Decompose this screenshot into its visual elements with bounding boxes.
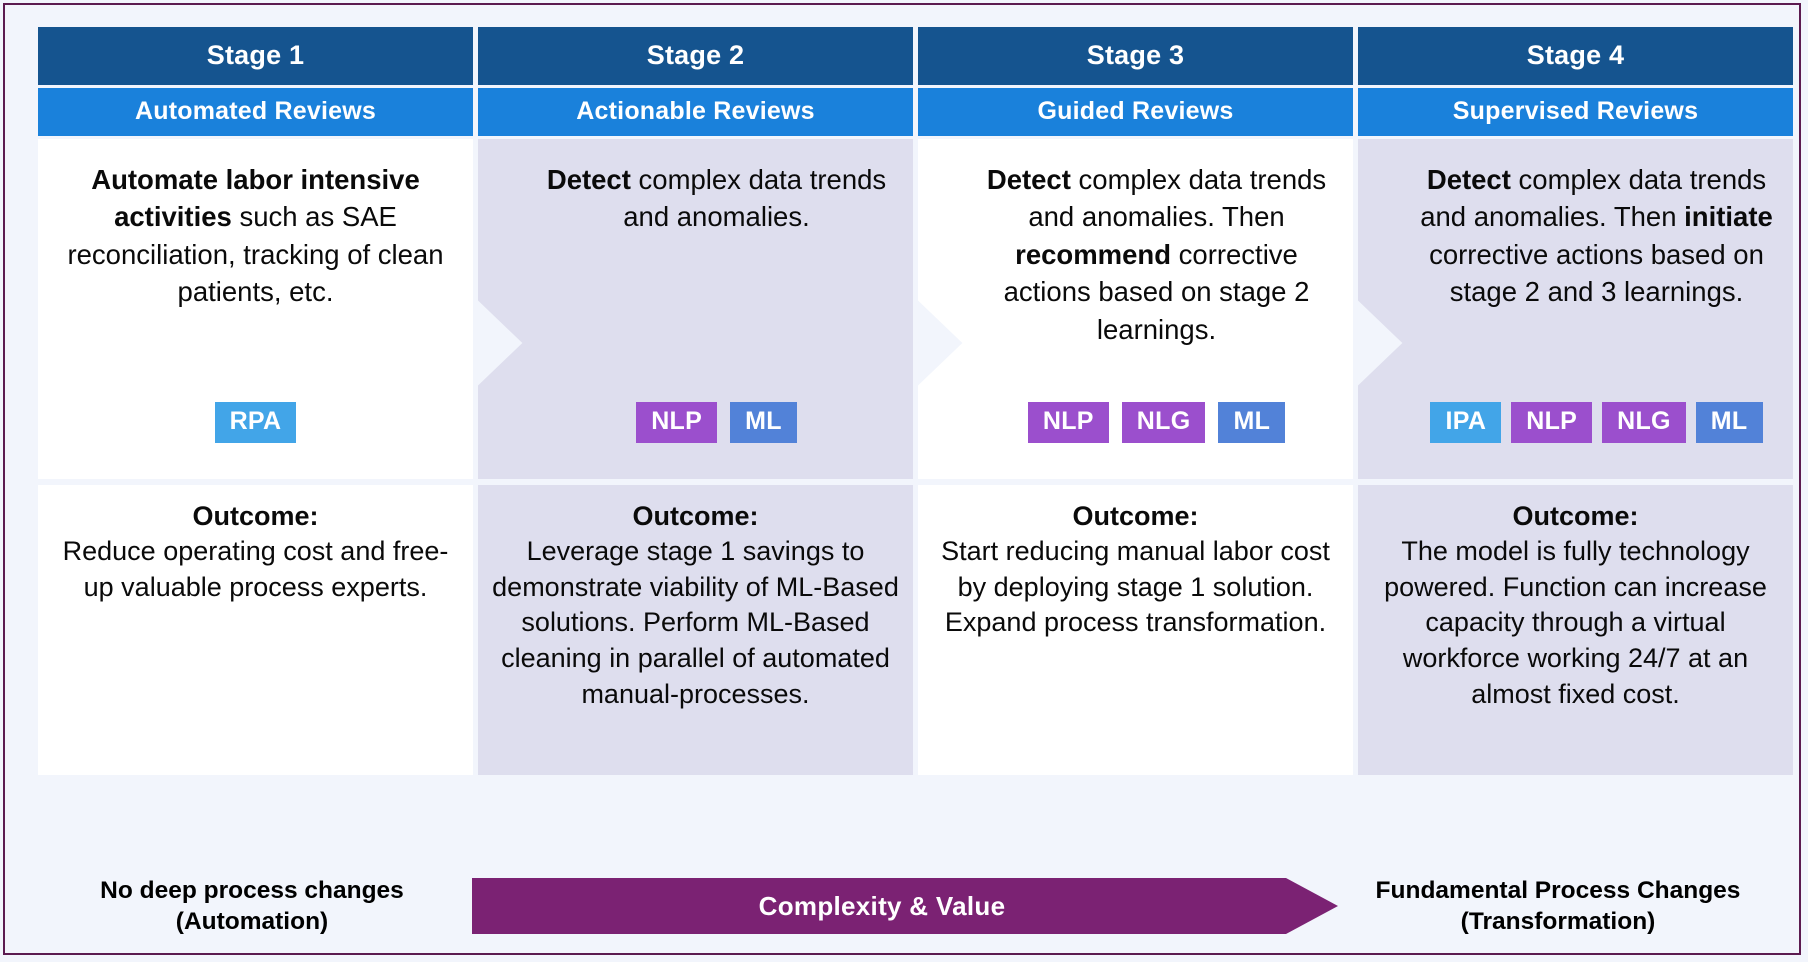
stage-outcome-panel-2: Outcome: Leverage stage 1 savings to dem… [478,485,913,775]
outcome-text-1: Reduce operating cost and free-up valuab… [62,536,449,602]
complexity-value-arrow-wrap: Complexity & Value [472,878,1338,934]
outcome-title-4: Outcome: [1512,501,1639,531]
outcome-text-3: Start reducing manual labor cost by depl… [941,536,1330,638]
stage-subtitle-4: Supervised Reviews [1358,88,1793,136]
tag-ml[interactable]: ML [1218,402,1286,443]
stage-body-text-1: Automate labor intensive activities such… [67,164,444,308]
stage-title-4: Stage 4 [1358,27,1793,85]
stage-tag-row-3: NLP NLG ML [918,402,1353,443]
stage-tag-row-4: IPA NLP NLG ML [1358,402,1793,443]
stage-subtitle-1: Automated Reviews [38,88,473,136]
stage-outcome-panel-3: Outcome: Start reducing manual labor cos… [918,485,1353,775]
stage-body-text-4: Detect complex data trends and anomalies… [1420,164,1773,308]
stage-tag-row-1: RPA [38,402,473,443]
stage-body-panel-2: Detect complex data trends and anomalies… [478,139,913,479]
tag-ml[interactable]: ML [1695,402,1763,443]
outcome-text-2: Leverage stage 1 savings to demonstrate … [492,536,899,709]
footer-left-label: No deep process changes (Automation) [100,876,404,935]
stage-body-text-3: Detect complex data trends and anomalies… [986,164,1327,345]
stage-outcome-panel-1: Outcome: Reduce operating cost and free-… [38,485,473,775]
tag-ml[interactable]: ML [730,402,797,443]
stage-body-panel-1: Automate labor intensive activities such… [38,139,473,479]
tag-rpa[interactable]: RPA [214,402,297,443]
outcome-title-2: Outcome: [632,501,759,531]
tag-nlg[interactable]: NLG [1121,402,1206,443]
stage-body-panel-3: Detect complex data trends and anomalies… [918,139,1353,479]
stage-outcome-panel-4: Outcome: The model is fully technology p… [1358,485,1793,775]
outcome-title-3: Outcome: [1072,501,1199,531]
stage-tag-row-2: NLP ML [478,402,913,443]
stage-title-1: Stage 1 [38,27,473,85]
stage-title-3: Stage 3 [918,27,1353,85]
tag-nlp[interactable]: NLP [1511,402,1593,443]
complexity-value-arrow: Complexity & Value [472,878,1338,934]
diagram-frame: Stage 1 Automated Reviews Automate labor… [3,3,1801,955]
stage-column-1[interactable]: Stage 1 Automated Reviews Automate labor… [38,27,473,775]
tag-nlp[interactable]: NLP [636,402,718,443]
footer-right-label: Fundamental Process Changes (Transformat… [1375,876,1741,935]
outcome-text-4: The model is fully technology powered. F… [1384,536,1767,709]
stage-subtitle-2: Actionable Reviews [478,88,913,136]
stage-body-text-2: Detect complex data trends and anomalies… [546,164,887,233]
tag-nlp[interactable]: NLP [1027,402,1109,443]
stage-subtitle-3: Guided Reviews [918,88,1353,136]
footer-progression: No deep process changes (Automation) Com… [38,867,1772,945]
stage-columns: Stage 1 Automated Reviews Automate labor… [38,27,1793,775]
tag-ipa[interactable]: IPA [1430,402,1502,443]
stage-title-2: Stage 2 [478,27,913,85]
tag-nlg[interactable]: NLG [1602,402,1686,443]
stage-column-2[interactable]: Stage 2 Actionable Reviews Detect comple… [478,27,913,775]
outcome-title-1: Outcome: [192,501,319,531]
stage-column-3[interactable]: Stage 3 Guided Reviews Detect complex da… [918,27,1353,775]
stage-column-4[interactable]: Stage 4 Supervised Reviews Detect comple… [1358,27,1793,775]
complexity-value-arrow-label: Complexity & Value [758,890,1006,921]
stage-body-panel-4: Detect complex data trends and anomalies… [1358,139,1793,479]
